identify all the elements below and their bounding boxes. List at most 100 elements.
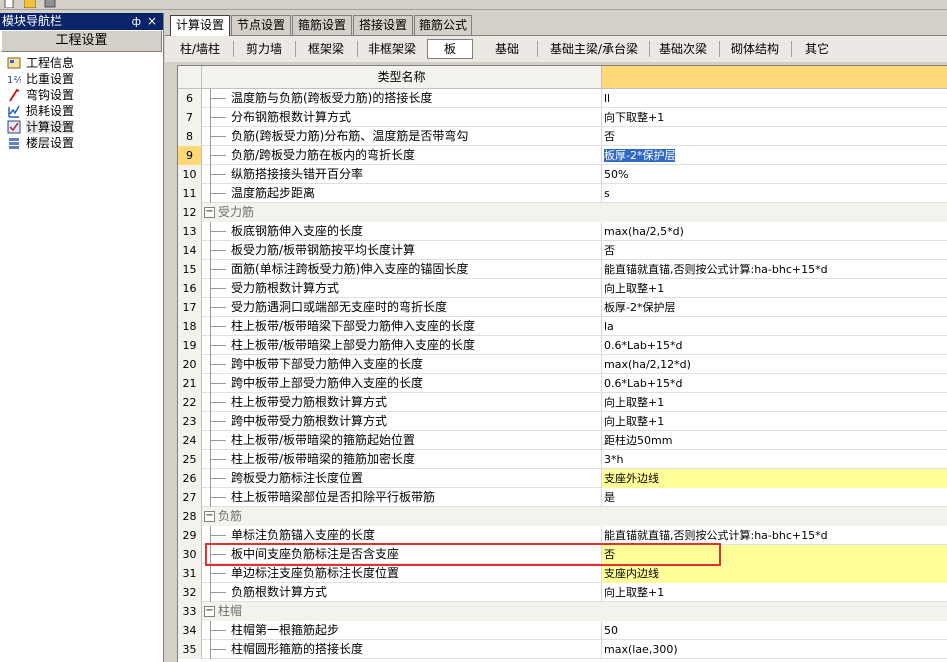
- setting-value-cell[interactable]: la: [602, 317, 947, 336]
- setting-value-cell[interactable]: ll: [602, 89, 947, 108]
- setting-value-cell[interactable]: 50: [602, 621, 947, 640]
- setting-value-cell[interactable]: 向上取整+1: [602, 393, 947, 412]
- table-row[interactable]: 11 温度筋起步距离 s: [178, 184, 947, 203]
- subtab-frame-beam[interactable]: 框架梁: [301, 39, 351, 59]
- table-row[interactable]: 22 柱上板带受力筋根数计算方式 向上取整+1: [178, 393, 947, 412]
- subtab-separator: [233, 41, 234, 57]
- subtab-shear-wall[interactable]: 剪力墙: [239, 39, 289, 59]
- table-row[interactable]: 25 柱上板带/板带暗梁的箍筋加密长度 3*h: [178, 450, 947, 469]
- table-row[interactable]: 21 跨中板带上部受力筋伸入支座的长度 0.6*Lab+15*d: [178, 374, 947, 393]
- subtab-masonry[interactable]: 砌体结构: [725, 39, 785, 59]
- tab-node-settings[interactable]: 节点设置: [231, 15, 291, 35]
- table-row[interactable]: 17 受力筋遇洞口或端部无支座时的弯折长度 板厚-2*保护层: [178, 298, 947, 317]
- setting-value-cell[interactable]: 50%: [602, 165, 947, 184]
- table-row[interactable]: 15 面筋(单标注跨板受力筋)伸入支座的锚固长度 能直锚就直锚,否则按公式计算:ha…: [178, 260, 947, 279]
- row-name-cell: 单边标注支座负筋标注长度位置: [202, 564, 602, 583]
- setting-value-cell[interactable]: max(lae,300): [602, 640, 947, 659]
- subtab-foundation[interactable]: 基础: [483, 39, 531, 59]
- tab-stirrup-settings[interactable]: 箍筋设置: [292, 15, 352, 35]
- tab-calc-settings[interactable]: 计算设置: [170, 15, 230, 36]
- table-row[interactable]: 16 受力筋根数计算方式 向上取整+1: [178, 279, 947, 298]
- nav-item-floor-settings[interactable]: 楼层设置: [0, 135, 163, 151]
- subtab-foundation-secondary-beam[interactable]: 基础次梁: [653, 39, 713, 59]
- table-row[interactable]: 34 柱帽第一根箍筋起步 50: [178, 621, 947, 640]
- tree-branch: [210, 193, 226, 194]
- subtab-non-frame-beam[interactable]: 非框架梁: [361, 39, 423, 59]
- subtab-slab[interactable]: 板: [427, 39, 473, 59]
- setting-value-cell[interactable]: 0.6*Lab+15*d: [602, 374, 947, 393]
- setting-value-cell[interactable]: max(ha/2,5*d): [602, 222, 947, 241]
- setting-value-cell[interactable]: 0.6*Lab+15*d: [602, 336, 947, 355]
- tab-lap-settings[interactable]: 搭接设置: [353, 15, 413, 35]
- pin-icon[interactable]: ф: [132, 13, 141, 30]
- subtab-foundation-main-beam[interactable]: 基础主梁/承台梁: [543, 39, 645, 59]
- setting-value-cell[interactable]: 3*h: [602, 450, 947, 469]
- table-row[interactable]: 35 柱帽圆形箍筋的搭接长度 max(lae,300): [178, 640, 947, 659]
- nav-item-calc-settings[interactable]: 计算设置: [0, 119, 163, 135]
- table-row[interactable]: 10 纵筋搭接接头错开百分率 50%: [178, 165, 947, 184]
- setting-value-cell[interactable]: 否: [602, 545, 947, 564]
- setting-value-cell[interactable]: 否: [602, 127, 947, 146]
- group-row[interactable]: 12− 受力筋: [178, 203, 947, 222]
- nav-item-loss-settings[interactable]: 损耗设置: [0, 103, 163, 119]
- tree-branch: [210, 98, 226, 99]
- setting-value: 否: [604, 244, 615, 257]
- table-row[interactable]: 6 温度筋与负筋(跨板受力筋)的搭接长度 ll: [178, 89, 947, 108]
- setting-value-cell[interactable]: 是: [602, 488, 947, 507]
- table-row[interactable]: 20 跨中板带下部受力筋伸入支座的长度 max(ha/2,12*d): [178, 355, 947, 374]
- setting-value-cell[interactable]: 否: [602, 241, 947, 260]
- table-row[interactable]: 8 负筋(跨板受力筋)分布筋、温度筋是否带弯勾 否: [178, 127, 947, 146]
- table-row[interactable]: 19 柱上板带/板带暗梁上部受力筋伸入支座的长度 0.6*Lab+15*d: [178, 336, 947, 355]
- new-file-icon[interactable]: [3, 0, 15, 8]
- table-row[interactable]: 26 跨板受力筋标注长度位置 支座外边线: [178, 469, 947, 488]
- setting-value-cell[interactable]: 能直锚就直锚,否则按公式计算:ha-bhc+15*d: [602, 260, 947, 279]
- collapse-icon[interactable]: −: [204, 606, 215, 617]
- setting-value-cell[interactable]: max(ha/2,12*d): [602, 355, 947, 374]
- table-row[interactable]: 7 分布钢筋根数计算方式 向下取整+1: [178, 108, 947, 127]
- row-name-cell: 跨中板带受力筋根数计算方式: [202, 412, 602, 431]
- table-row[interactable]: 27 柱上板带暗梁部位是否扣除平行板带筋 是: [178, 488, 947, 507]
- setting-value-cell[interactable]: 向上取整+1: [602, 583, 947, 602]
- setting-value-cell[interactable]: 板厚-2*保护层: [602, 298, 947, 317]
- setting-value-cell[interactable]: 板厚-2*保护层: [602, 146, 947, 165]
- table-row[interactable]: 18 柱上板带/板带暗梁下部受力筋伸入支座的长度 la: [178, 317, 947, 336]
- setting-label: 跨中板带受力筋根数计算方式: [231, 414, 388, 428]
- close-icon[interactable]: ×: [147, 13, 157, 30]
- setting-value-cell[interactable]: 向下取整+1: [602, 108, 947, 127]
- setting-value-cell[interactable]: 能直锚就直锚,否则按公式计算:ha-bhc+15*d: [602, 526, 947, 545]
- table-row[interactable]: 31 单边标注支座负筋标注长度位置 支座内边线: [178, 564, 947, 583]
- collapse-icon[interactable]: −: [204, 207, 215, 218]
- setting-value-cell[interactable]: 向上取整+1: [602, 412, 947, 431]
- tab-stirrup-formula[interactable]: 箍筋公式: [414, 15, 472, 35]
- setting-value-cell[interactable]: 距柱边50mm: [602, 431, 947, 450]
- subtab-other[interactable]: 其它: [797, 39, 837, 59]
- table-row[interactable]: 23 跨中板带受力筋根数计算方式 向上取整+1: [178, 412, 947, 431]
- save-icon[interactable]: [44, 0, 56, 8]
- row-name-cell: 板中间支座负筋标注是否含支座: [202, 545, 602, 564]
- setting-value-cell[interactable]: 向上取整+1: [602, 279, 947, 298]
- table-row[interactable]: 13 板底钢筋伸入支座的长度 max(ha/2,5*d): [178, 222, 947, 241]
- table-row[interactable]: 32 负筋根数计算方式 向上取整+1: [178, 583, 947, 602]
- table-row[interactable]: 14 板受力筋/板带钢筋按平均长度计算 否: [178, 241, 947, 260]
- setting-value-cell[interactable]: 支座外边线: [602, 469, 947, 488]
- setting-value-cell[interactable]: s: [602, 184, 947, 203]
- collapse-icon[interactable]: −: [204, 511, 215, 522]
- nav-item-weight-settings[interactable]: 1⅖ 比重设置: [0, 71, 163, 87]
- nav-section-header[interactable]: 工程设置: [1, 30, 162, 52]
- table-row[interactable]: 9 负筋/跨板受力筋在板内的弯折长度 板厚-2*保护层: [178, 146, 947, 165]
- open-folder-icon[interactable]: [24, 0, 36, 8]
- setting-value-cell[interactable]: 支座内边线: [602, 564, 947, 583]
- row-name-cell: 纵筋搭接接头错开百分率: [202, 165, 602, 184]
- table-row[interactable]: 24 柱上板带/板带暗梁的箍筋起始位置 距柱边50mm: [178, 431, 947, 450]
- setting-label: 负筋根数计算方式: [231, 585, 328, 599]
- row-number: 13: [178, 222, 202, 241]
- setting-value: 0.6*Lab+15*d: [604, 377, 683, 390]
- group-row[interactable]: 33− 柱帽: [178, 602, 947, 621]
- nav-item-project-info[interactable]: 工程信息: [0, 55, 163, 71]
- subtab-column[interactable]: 柱/墙柱: [175, 39, 225, 59]
- table-row[interactable]: 30 板中间支座负筋标注是否含支座 否: [178, 545, 947, 564]
- nav-item-hook-settings[interactable]: 弯钩设置: [0, 87, 163, 103]
- group-row[interactable]: 28− 负筋: [178, 507, 947, 526]
- table-row[interactable]: 29 单标注负筋锚入支座的长度 能直锚就直锚,否则按公式计算:ha-bhc+15*d: [178, 526, 947, 545]
- row-name-cell: 柱上板带/板带暗梁的箍筋加密长度: [202, 450, 602, 469]
